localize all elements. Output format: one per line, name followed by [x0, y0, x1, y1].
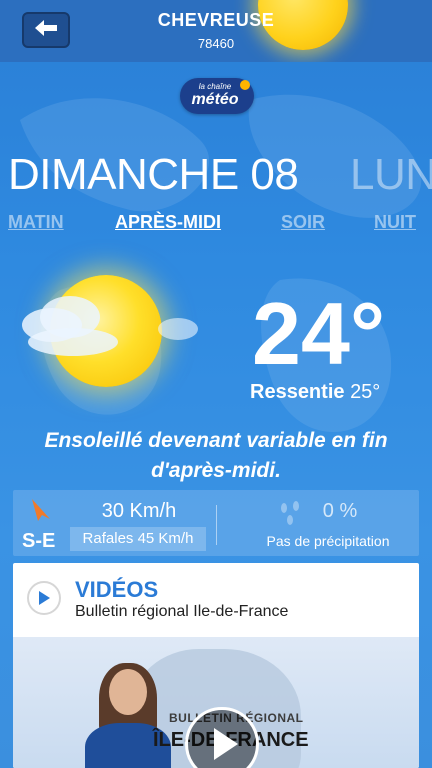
wind-speed: 30 Km/h	[101, 500, 177, 522]
logo-main-text: météo	[191, 91, 239, 108]
cloud-shape	[28, 328, 118, 356]
tab-soir[interactable]: SOIR	[281, 212, 325, 233]
play-icon[interactable]	[27, 581, 61, 615]
videos-title: VIDÉOS	[75, 577, 159, 602]
tab-matin[interactable]: MATIN	[8, 212, 64, 233]
weather-description: Ensoleillé devenant variable en fin d'ap…	[44, 429, 388, 482]
precipitation-value: 0 %	[322, 500, 358, 522]
tab-apres-midi[interactable]: APRÈS-MIDI	[115, 212, 221, 233]
la-chaine-meteo-logo: la chaîne météo	[180, 78, 254, 114]
postal-code: 78460	[197, 36, 235, 51]
wind-gusts: Rafales 45 Km/h	[70, 527, 206, 551]
day-current[interactable]: DIMANCHE 08	[8, 150, 299, 200]
feels-like-value: 25°	[350, 381, 381, 403]
tab-nuit[interactable]: NUIT	[374, 212, 416, 233]
current-temperature: 24°	[252, 284, 386, 383]
city-name: CHEVREUSE	[157, 10, 275, 30]
presenter-face	[109, 669, 147, 715]
video-thumbnail[interactable]: BULLETIN RÉGIONAL ÎLE-DE-FRANCE	[13, 637, 419, 768]
logo-top-text: la chaîne	[198, 82, 232, 91]
feels-like: Ressentie 25°	[250, 381, 380, 404]
wind-direction-arrow-icon	[30, 497, 52, 528]
videos-subtitle[interactable]: Bulletin régional Ile-de-France	[75, 603, 288, 621]
cloud-shape	[158, 318, 198, 340]
video-play-button[interactable]	[185, 707, 259, 768]
app-header: CHEVREUSE 78460	[0, 0, 432, 62]
panel-divider	[216, 505, 217, 545]
precipitation-label: Pas de précipitation	[266, 533, 390, 549]
videos-card[interactable]: VIDÉOS Bulletin régional Ile-de-France B…	[13, 563, 419, 768]
day-next[interactable]: LUN	[350, 150, 432, 200]
wind-direction: S-E	[22, 530, 56, 552]
feels-like-label: Ressentie	[250, 381, 345, 403]
